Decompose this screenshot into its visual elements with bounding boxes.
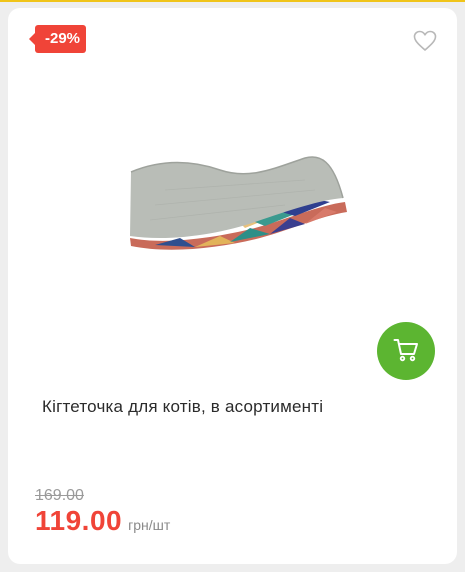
product-image[interactable] <box>125 150 350 260</box>
current-price: 119.00 <box>35 505 123 536</box>
top-accent-strip <box>0 0 465 2</box>
discount-badge: -29% <box>28 25 87 53</box>
heart-outline-icon[interactable] <box>413 30 437 52</box>
product-title[interactable]: Кігтеточка для котів, в асортименті <box>42 397 422 417</box>
add-to-cart-button[interactable] <box>377 322 435 380</box>
product-card[interactable] <box>8 8 457 564</box>
old-price: 169.00 <box>35 487 84 504</box>
price-row: 119.00 грн/шт <box>35 505 170 537</box>
cart-icon <box>393 338 419 365</box>
price-unit: грн/шт <box>128 517 171 533</box>
